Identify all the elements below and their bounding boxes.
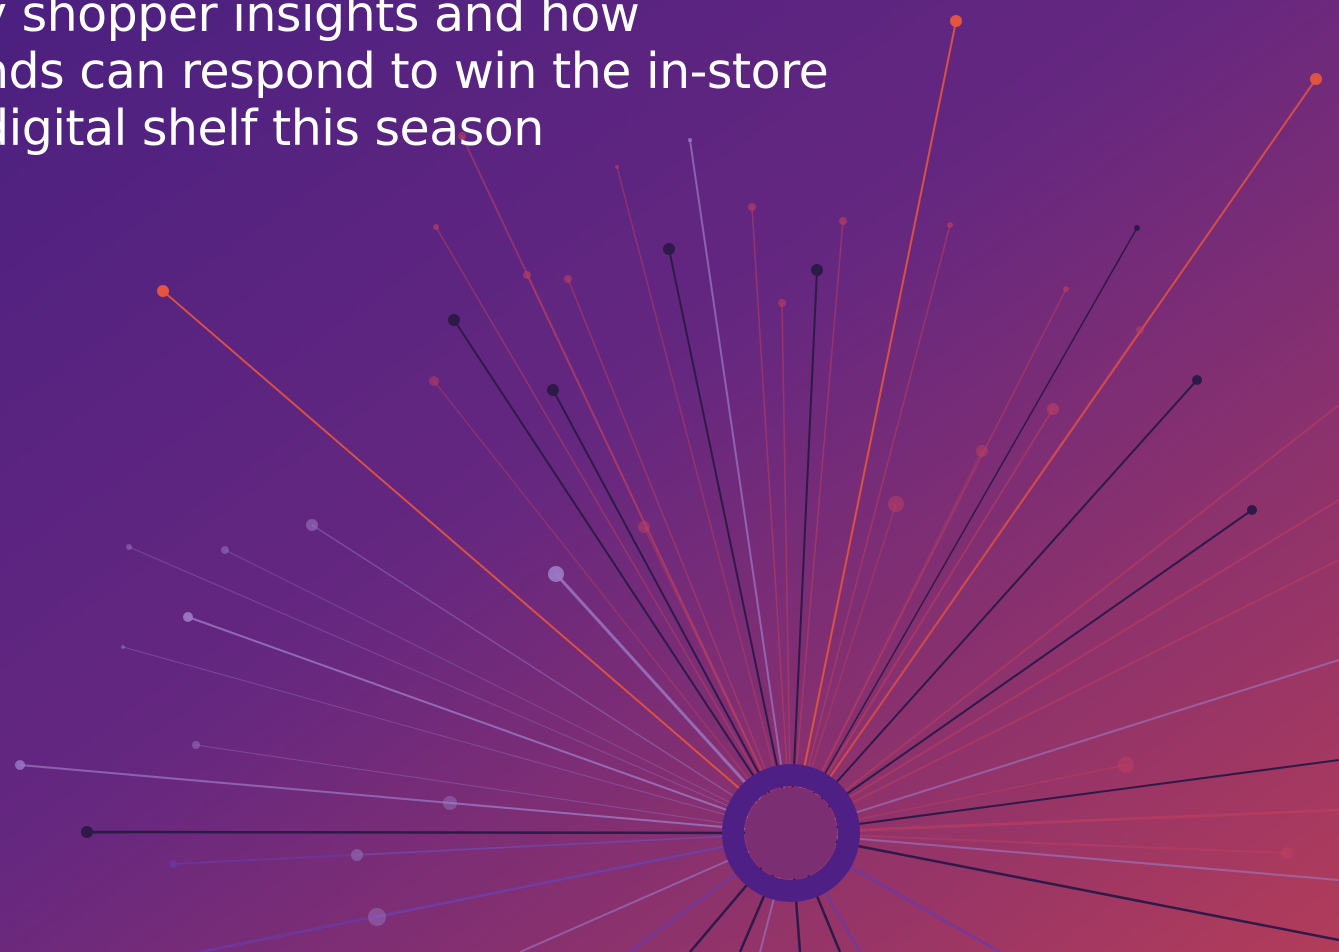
starburst-node <box>976 445 988 457</box>
starburst-node <box>306 519 318 531</box>
headline-line-1: y shopper insights and how <box>0 0 640 43</box>
starburst-node <box>1192 375 1202 385</box>
starburst-node <box>15 760 25 770</box>
starburst-node <box>1310 73 1322 85</box>
starburst-node <box>564 275 572 283</box>
starburst-ray <box>86 830 792 835</box>
starburst-node <box>1047 403 1059 415</box>
starburst-node <box>1136 326 1144 334</box>
starburst-node <box>351 849 363 861</box>
starburst-node <box>950 15 962 27</box>
starburst-node <box>1134 225 1140 231</box>
starburst-node <box>1247 505 1257 515</box>
starburst-node <box>839 217 847 225</box>
starburst-node <box>1063 286 1069 292</box>
starburst-node <box>548 566 564 582</box>
starburst-node <box>126 544 132 550</box>
headline-text: y shopper insights and how nds can respo… <box>0 0 829 157</box>
starburst-node <box>547 384 559 396</box>
starburst-node <box>183 612 193 622</box>
headline-line-2: nds can respond to win the in-store <box>0 43 829 100</box>
hub-center <box>745 787 837 879</box>
starburst-node <box>192 741 200 749</box>
starburst-node <box>169 860 177 868</box>
starburst-node <box>448 314 460 326</box>
starburst-node <box>811 264 823 276</box>
starburst-node <box>121 645 125 649</box>
starburst-node <box>81 826 93 838</box>
starburst-node <box>433 224 439 230</box>
starburst-node <box>523 271 531 279</box>
starburst-node <box>638 521 650 533</box>
starburst-node <box>1281 847 1293 859</box>
starburst-node <box>368 908 386 926</box>
headline-line-3: digital shelf this season <box>0 100 544 157</box>
starburst-node <box>615 165 619 169</box>
starburst-node <box>443 796 457 810</box>
starburst-node <box>1118 757 1134 773</box>
starburst-node <box>748 203 756 211</box>
starburst-node <box>778 299 786 307</box>
starburst-node <box>888 496 904 512</box>
starburst-node <box>947 222 953 228</box>
starburst-node <box>663 243 675 255</box>
starburst-node <box>429 376 439 386</box>
starburst-node <box>157 285 169 297</box>
starburst-node <box>221 546 229 554</box>
